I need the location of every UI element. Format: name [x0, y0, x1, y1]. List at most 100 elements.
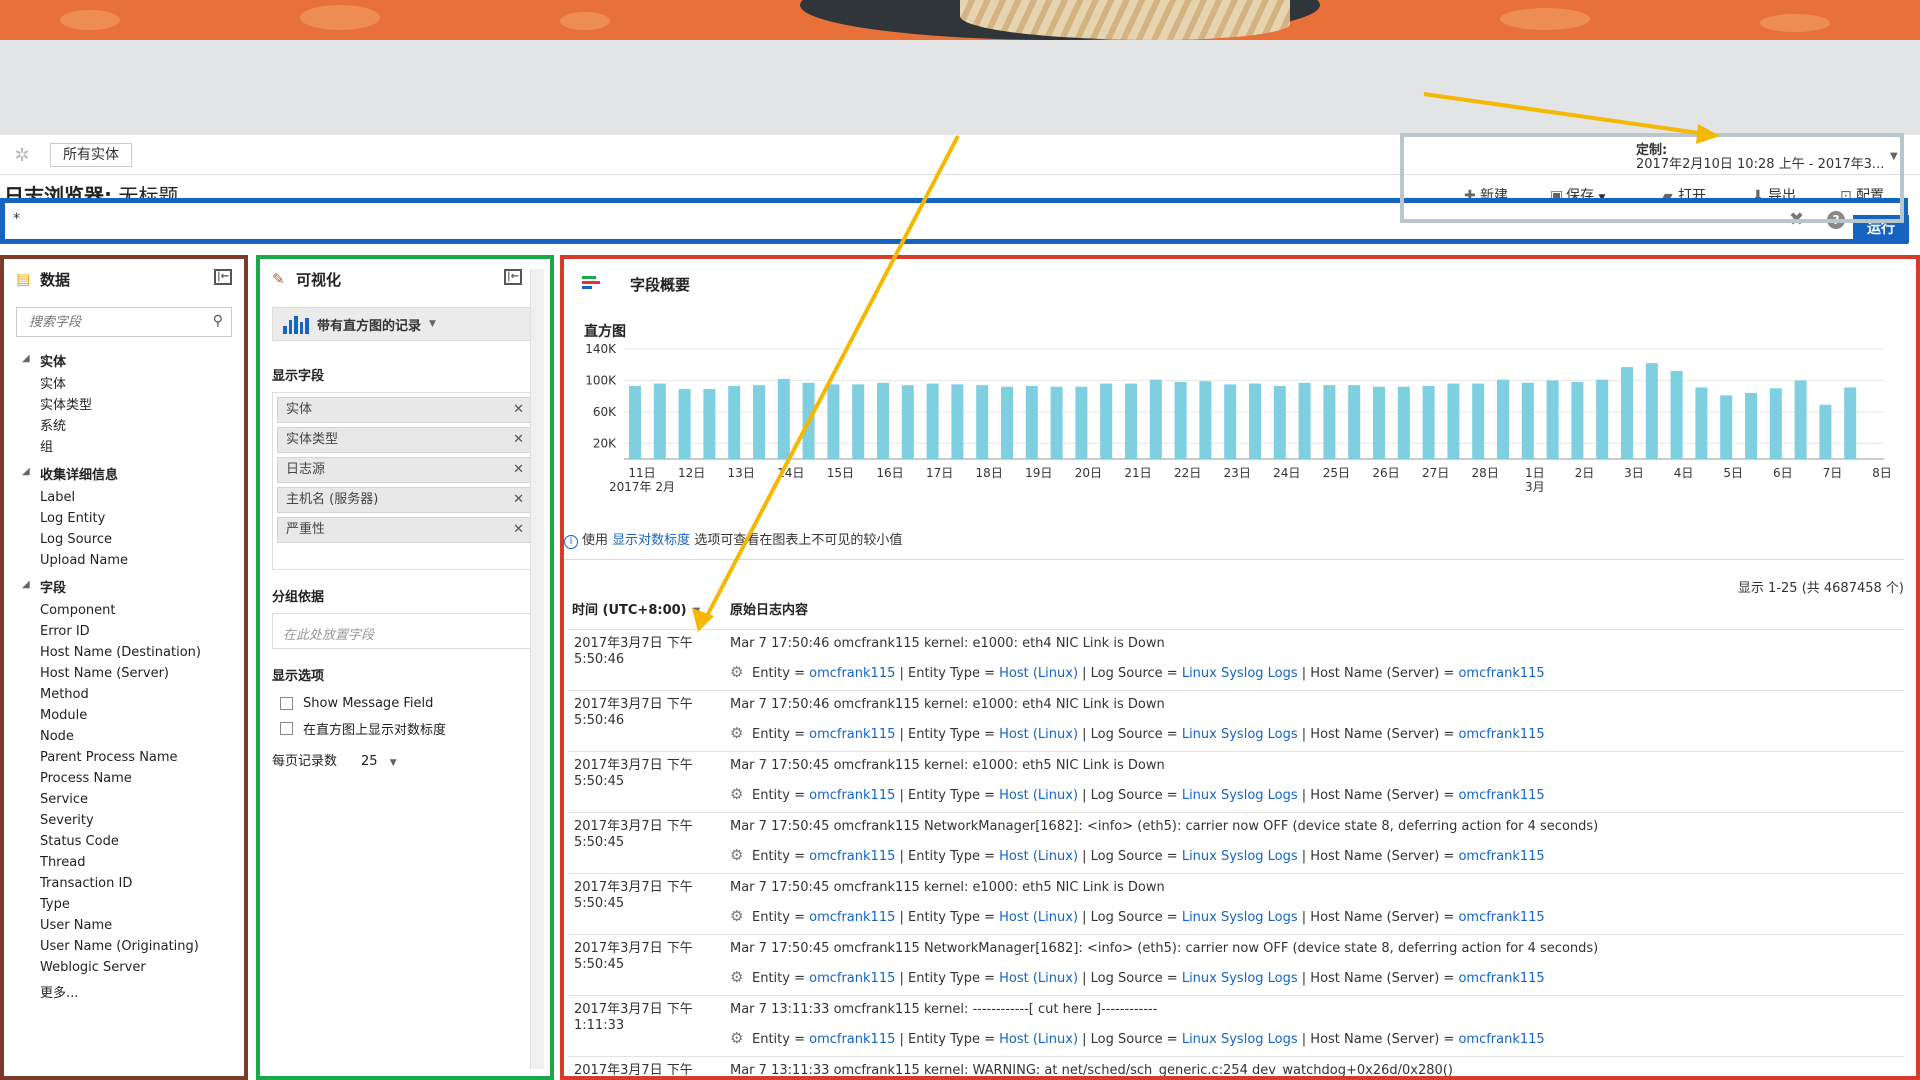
field-item[interactable]: Type: [4, 894, 244, 915]
field-item[interactable]: Process Name: [4, 768, 244, 789]
remove-icon[interactable]: ✕: [513, 458, 524, 482]
records-per-page[interactable]: 每页记录数 25 ▼: [260, 742, 550, 769]
field-item[interactable]: User Name (Originating): [4, 936, 244, 957]
entity-type-link[interactable]: Host (Linux): [999, 849, 1078, 864]
entity-link[interactable]: omcfrank115: [809, 788, 895, 803]
log-source-link[interactable]: Linux Syslog Logs: [1182, 1032, 1298, 1047]
per-page-value[interactable]: 25: [361, 754, 378, 769]
field-group-title[interactable]: 字段: [4, 571, 244, 600]
remove-icon[interactable]: ✕: [513, 488, 524, 512]
display-field-chip[interactable]: 日志源 ✕: [277, 457, 533, 483]
table-row[interactable]: 2017年3月7日 下午 5:50:46 Mar 7 17:50:46 omcfra…: [568, 629, 1904, 690]
checkbox[interactable]: [280, 697, 293, 710]
gear-icon[interactable]: ⚙: [730, 1029, 746, 1047]
field-item[interactable]: Host Name (Destination): [4, 642, 244, 663]
field-item[interactable]: Log Entity: [4, 508, 244, 529]
field-item[interactable]: Host Name (Server): [4, 663, 244, 684]
entity-type-link[interactable]: Host (Linux): [999, 971, 1078, 986]
field-item[interactable]: Node: [4, 726, 244, 747]
asterisk-icon[interactable]: ✲: [10, 145, 34, 166]
gear-icon[interactable]: ⚙: [730, 663, 746, 681]
checkbox[interactable]: [280, 722, 293, 735]
host-link[interactable]: omcfrank115: [1458, 849, 1544, 864]
table-row[interactable]: 2017年3月7日 下午 1:11:33 Mar 7 13:11:33 omcfra…: [568, 995, 1904, 1056]
row-message[interactable]: Mar 7 17:50:45 omcfrank115 kernel: e1000…: [730, 758, 1165, 773]
query-input[interactable]: *: [13, 211, 20, 227]
field-search[interactable]: ⚲: [16, 307, 232, 337]
host-link[interactable]: omcfrank115: [1458, 971, 1544, 986]
table-row[interactable]: 2017年3月7日 下午 5:50:45 Mar 7 17:50:45 omcfra…: [568, 812, 1904, 873]
field-item[interactable]: Transaction ID: [4, 873, 244, 894]
host-link[interactable]: omcfrank115: [1458, 910, 1544, 925]
field-item[interactable]: User Name: [4, 915, 244, 936]
display-field-chip[interactable]: 实体类型 ✕: [277, 427, 533, 453]
table-row[interactable]: 2017年3月7日 下午 5:50:46 Mar 7 17:50:46 omcfra…: [568, 690, 1904, 751]
option-log-scale[interactable]: 在直方图上显示对数标度: [260, 715, 550, 742]
field-item[interactable]: 组: [4, 437, 244, 458]
gear-icon[interactable]: ⚙: [730, 846, 746, 864]
remove-icon[interactable]: ✕: [513, 518, 524, 542]
field-item[interactable]: Thread: [4, 852, 244, 873]
row-message[interactable]: Mar 7 17:50:46 omcfrank115 kernel: e1000…: [730, 697, 1165, 712]
field-item[interactable]: Weblogic Server: [4, 957, 244, 978]
host-link[interactable]: omcfrank115: [1458, 788, 1544, 803]
more-link[interactable]: 更多...: [4, 978, 244, 1004]
entity-selector[interactable]: 所有实体: [50, 143, 132, 167]
table-row[interactable]: 2017年3月7日 下午 5:50:45 Mar 7 17:50:45 omcfra…: [568, 934, 1904, 995]
gear-icon[interactable]: ⚙: [730, 907, 746, 925]
field-item[interactable]: 实体类型: [4, 395, 244, 416]
log-source-link[interactable]: Linux Syslog Logs: [1182, 910, 1298, 925]
search-icon[interactable]: ⚲: [213, 313, 223, 329]
field-item[interactable]: Severity: [4, 810, 244, 831]
entity-type-link[interactable]: Host (Linux): [999, 727, 1078, 742]
option-show-message-field[interactable]: Show Message Field: [260, 692, 550, 715]
field-item[interactable]: Log Source: [4, 529, 244, 550]
gear-icon[interactable]: ⚙: [730, 968, 746, 986]
row-message[interactable]: Mar 7 17:50:45 omcfrank115 NetworkManage…: [730, 819, 1598, 834]
table-row[interactable]: 2017年3月7日 下午 5:50:45 Mar 7 17:50:45 omcfra…: [568, 873, 1904, 934]
row-message[interactable]: Mar 7 13:11:33 omcfrank115 kernel: WARNI…: [730, 1063, 1453, 1076]
column-time[interactable]: 时间 (UTC+8:00) ▼: [572, 599, 700, 618]
field-item[interactable]: Method: [4, 684, 244, 705]
field-item[interactable]: Parent Process Name: [4, 747, 244, 768]
remove-icon[interactable]: ✕: [513, 428, 524, 452]
entity-type-link[interactable]: Host (Linux): [999, 788, 1078, 803]
search-input[interactable]: [17, 308, 231, 336]
field-item[interactable]: Status Code: [4, 831, 244, 852]
field-group-title[interactable]: 实体: [4, 345, 244, 374]
log-source-link[interactable]: Linux Syslog Logs: [1182, 849, 1298, 864]
display-field-chip[interactable]: 实体 ✕: [277, 397, 533, 423]
collapse-panel-icon[interactable]: |←: [504, 269, 522, 285]
field-item[interactable]: 实体: [4, 374, 244, 395]
entity-link[interactable]: omcfrank115: [809, 1032, 895, 1047]
field-item[interactable]: Error ID: [4, 621, 244, 642]
host-link[interactable]: omcfrank115: [1458, 666, 1544, 681]
log-scale-link[interactable]: 显示对数标度: [612, 533, 690, 548]
row-message[interactable]: Mar 7 17:50:46 omcfrank115 kernel: e1000…: [730, 636, 1165, 651]
host-link[interactable]: omcfrank115: [1458, 727, 1544, 742]
histogram-chart[interactable]: 140K 100K 60K 20K 11日2017年 2月12日 13日 14日 15日 16日…: [564, 339, 1904, 499]
entity-type-link[interactable]: Host (Linux): [999, 910, 1078, 925]
remove-icon[interactable]: ✕: [513, 398, 524, 422]
display-field-chip[interactable]: 主机名 (服务器) ✕: [277, 487, 533, 513]
gear-icon[interactable]: ⚙: [730, 785, 746, 803]
table-row[interactable]: 2017年3月7日 下午 5:50:45 Mar 7 17:50:45 omcfra…: [568, 751, 1904, 812]
row-message[interactable]: Mar 7 17:50:45 omcfrank115 kernel: e1000…: [730, 880, 1165, 895]
visualization-select[interactable]: 带有直方图的记录 ▼: [272, 307, 538, 341]
scrollbar[interactable]: [530, 269, 544, 1069]
log-source-link[interactable]: Linux Syslog Logs: [1182, 666, 1298, 681]
table-row[interactable]: 2017年3月7日 下午 Mar 7 13:11:33 omcfrank115 k…: [568, 1056, 1904, 1076]
collapse-panel-icon[interactable]: |←: [214, 269, 232, 285]
field-item[interactable]: 系统: [4, 416, 244, 437]
group-by-dropzone[interactable]: 在此处放置字段: [272, 613, 538, 649]
field-item[interactable]: Label: [4, 487, 244, 508]
entity-link[interactable]: omcfrank115: [809, 849, 895, 864]
entity-link[interactable]: omcfrank115: [809, 910, 895, 925]
field-group-title[interactable]: 收集详细信息: [4, 458, 244, 487]
row-message[interactable]: Mar 7 13:11:33 omcfrank115 kernel: -----…: [730, 1002, 1157, 1017]
entity-link[interactable]: omcfrank115: [809, 727, 895, 742]
sort-desc-icon[interactable]: ▼: [693, 606, 701, 617]
field-item[interactable]: Component: [4, 600, 244, 621]
entity-link[interactable]: omcfrank115: [809, 971, 895, 986]
log-source-link[interactable]: Linux Syslog Logs: [1182, 727, 1298, 742]
